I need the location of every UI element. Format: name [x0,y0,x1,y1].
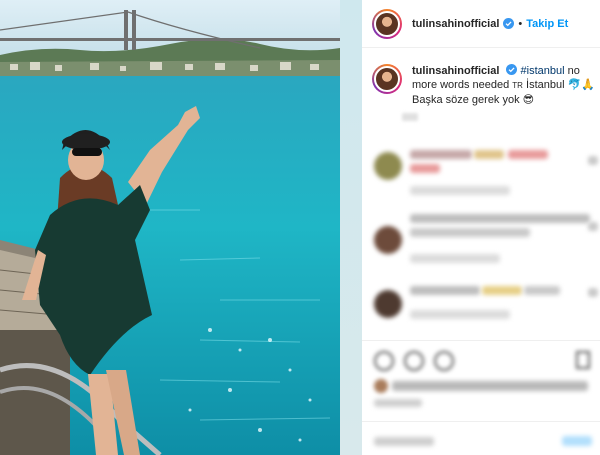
comment-line [410,150,472,159]
comment-line [410,228,530,237]
comment-icon[interactable] [404,351,424,371]
caption-avatar[interactable] [372,64,402,94]
header-separator: • [518,17,523,30]
follow-button[interactable]: Takip Et [526,18,568,30]
likes-avatar [374,379,388,393]
share-icon[interactable] [434,351,454,371]
comment-item [372,212,598,270]
comment-heart-icon[interactable] [588,222,598,231]
flag-text: TR [512,81,523,90]
caption-hashtag[interactable]: #istanbul [521,65,565,77]
heart-icon[interactable] [374,351,394,371]
comment-line [482,286,522,295]
bookmark-icon[interactable] [576,351,590,369]
comment-avatar [374,290,402,318]
post-date-blurred [374,399,422,407]
comment-heart-icon[interactable] [588,288,598,297]
comment-line [508,150,548,159]
comment-meta [410,186,510,195]
comment-line [410,214,590,223]
post-side-panel: tulinsahinofficial • Takip Et tulinsahin… [362,0,600,455]
post-header: tulinsahinofficial • Takip Et [362,0,600,48]
comment-avatar [374,152,402,180]
comment-heart-icon[interactable] [588,156,598,165]
post-actions [362,340,600,455]
lightbox-backdrop [340,0,362,455]
post-photo[interactable] [0,0,340,455]
comment-meta [410,254,500,263]
action-icons [374,351,454,371]
add-comment-bar [362,421,600,455]
post-caption: tulinsahinofficial #istanbul no more wor… [372,64,596,121]
sunglasses-emoji: 😎 [522,94,535,106]
comment-line [474,150,504,159]
post-comment-button[interactable] [562,436,592,446]
verified-badge-icon [503,18,515,29]
profile-avatar[interactable] [372,8,402,39]
verified-badge-icon [506,64,518,75]
header-username[interactable]: tulinsahinofficial [412,18,499,30]
likes-text-blurred[interactable] [392,381,588,391]
comment-item [372,146,598,204]
photo-illustration [0,0,340,455]
comment-input-blurred[interactable] [374,437,434,446]
caption-text: tulinsahinofficial #istanbul no more wor… [412,64,596,107]
comment-avatar [374,226,402,254]
comment-line [410,164,440,173]
comment-meta [410,310,510,319]
caption-username[interactable]: tulinsahinofficial [412,65,499,77]
comment-line [410,286,480,295]
comment-line [524,286,560,295]
comment-item [372,278,598,336]
caption-time-blurred [402,113,418,121]
